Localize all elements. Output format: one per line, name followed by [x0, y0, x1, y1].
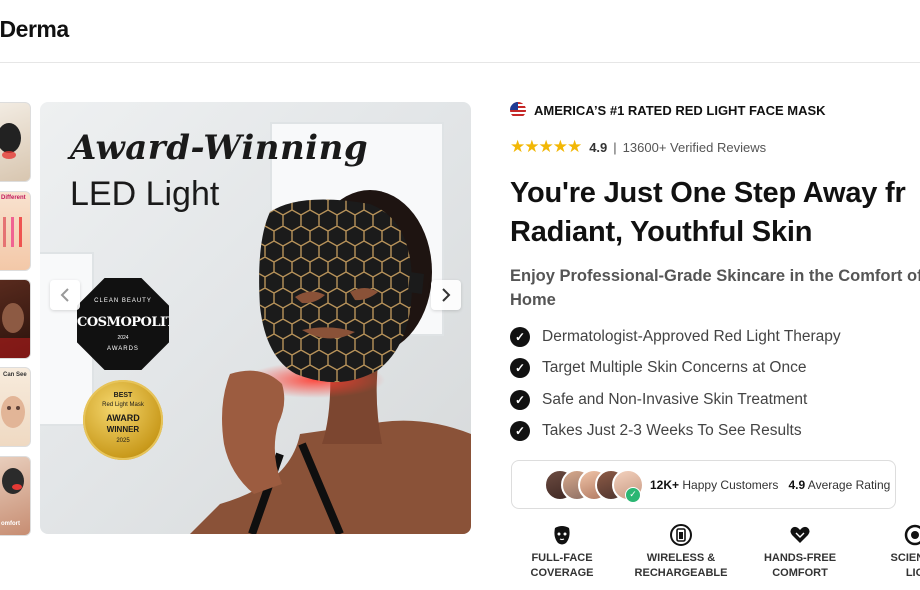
star-rating-icon: ★★★★★	[510, 137, 582, 156]
check-icon: ✓	[510, 421, 530, 441]
prev-image-button[interactable]	[50, 280, 80, 310]
social-proof-text: 12K+ Happy Customers 4.9 Average Rating	[650, 478, 890, 492]
thumbnail-2-label: Different	[1, 195, 26, 201]
best-mask-award-badge: BEST Red Light Mask AWARD WINNER 2025	[83, 380, 163, 460]
benefit-item: ✓ Target Multiple Skin Concerns at Once	[510, 358, 806, 378]
benefit-text: Takes Just 2-3 Weeks To See Results	[542, 422, 802, 439]
thumbnail-5[interactable]: omfort	[0, 456, 31, 536]
reviews-count: 13600+ Verified Reviews	[622, 139, 767, 155]
rating-row[interactable]: ★★★★★ 4.9 | 13600+ Verified Reviews	[510, 137, 766, 157]
brand-logo[interactable]: oDerma	[0, 16, 69, 43]
check-icon: ✓	[510, 327, 530, 347]
hero-title-led: LED Light	[70, 175, 220, 213]
benefit-text: Safe and Non-Invasive Skin Treatment	[542, 391, 808, 408]
feature-line2: LIG	[905, 567, 920, 579]
next-image-button[interactable]	[431, 280, 461, 310]
benefit-item: ✓ Safe and Non-Invasive Skin Treatment	[510, 390, 807, 410]
rated-label: AMERICA’S #1 RATED RED LIGHT FACE MASK	[534, 102, 826, 118]
benefit-text: Dermatologist-Approved Red Light Therapy	[542, 328, 841, 345]
thumbnail-5-label: omfort	[1, 521, 20, 527]
feature-line2: COVERAGE	[530, 567, 594, 579]
badge-bottom-text: AWARDS	[107, 346, 139, 352]
battery-icon	[670, 524, 692, 546]
award-line5: 2025	[116, 438, 130, 444]
customers-label: Happy Customers	[682, 477, 779, 492]
avg-rating-value: 4.9	[788, 477, 806, 492]
award-line1: BEST	[113, 392, 133, 399]
thumbnail-4-image	[1, 396, 25, 428]
badge-year-text: 2024	[117, 335, 129, 341]
thumbnail-3[interactable]	[0, 279, 31, 359]
thumbnail-4-label: Can See	[3, 372, 27, 378]
feature-line2: COMFORT	[772, 567, 828, 579]
thumbnail-3-image	[0, 303, 30, 358]
benefit-item: ✓ Dermatologist-Approved Red Light Thera…	[510, 327, 841, 347]
feature-line2: RECHARGEABLE	[634, 567, 728, 579]
hero-title-award: Award-Winning	[70, 128, 369, 168]
us-flag-icon	[510, 102, 526, 118]
benefit-item: ✓ Takes Just 2-3 Weeks To See Results	[510, 421, 802, 441]
customers-count: 12K+	[650, 477, 680, 492]
chevron-right-icon	[442, 288, 451, 302]
light-icon	[904, 524, 920, 546]
subhead-line2: Home	[510, 291, 556, 309]
heart-hands-icon	[790, 526, 810, 543]
thumbnail-2[interactable]: Different	[0, 191, 31, 271]
headline-line2: Radiant, Youthful Skin	[510, 216, 813, 248]
feature-full-face: FULL-FACE COVERAGE	[507, 524, 617, 581]
customer-avatars: ✓	[544, 468, 644, 503]
feature-hands-free: HANDS-FREE COMFORT	[745, 524, 855, 581]
feature-line1: SCIENCE	[890, 552, 920, 564]
feature-science: SCIENCE LIG	[860, 524, 920, 581]
feature-line1: WIRELESS &	[646, 552, 716, 564]
rating-value: 4.9	[589, 139, 608, 155]
feature-line1: FULL-FACE	[531, 552, 593, 564]
award-line2: Red Light Mask	[102, 402, 144, 408]
rated-label-row: AMERICA’S #1 RATED RED LIGHT FACE MASK	[510, 102, 826, 118]
thumbnail-1-image	[0, 123, 21, 159]
product-headline: You're Just One Step Away fr Radiant, Yo…	[510, 174, 906, 252]
avg-rating-label: Average Rating	[807, 477, 891, 492]
headline-line1: You're Just One Step Away fr	[510, 177, 906, 209]
thumbnail-1[interactable]	[0, 102, 31, 182]
benefit-text: Target Multiple Skin Concerns at Once	[542, 359, 807, 376]
check-icon: ✓	[510, 390, 530, 410]
subhead-line1: Enjoy Professional-Grade Skincare in the…	[510, 267, 920, 285]
chevron-left-icon	[60, 288, 69, 302]
award-line3: AWARD	[106, 413, 140, 423]
thumbnail-4[interactable]: Can See	[0, 367, 31, 447]
rating-separator: |	[613, 139, 617, 155]
product-hero-image: Award-Winning LED Light CLEAN BEAUTY COS…	[40, 102, 471, 534]
badge-top-text: CLEAN BEAUTY	[94, 298, 152, 304]
mask-icon	[554, 526, 570, 545]
check-icon: ✓	[510, 358, 530, 378]
product-subhead: Enjoy Professional-Grade Skincare in the…	[510, 264, 920, 312]
badge-brand-text: COSMOPOLITAN	[77, 315, 196, 330]
social-proof-box: ✓ 12K+ Happy Customers 4.9 Average Ratin…	[511, 460, 896, 509]
site-header: oDerma	[0, 0, 920, 63]
feature-line1: HANDS-FREE	[763, 552, 837, 564]
feature-wireless: WIRELESS & RECHARGEABLE	[626, 524, 736, 581]
thumbnail-2-image	[3, 217, 22, 247]
award-line4: WINNER	[106, 425, 140, 434]
verified-check-icon: ✓	[625, 486, 641, 503]
